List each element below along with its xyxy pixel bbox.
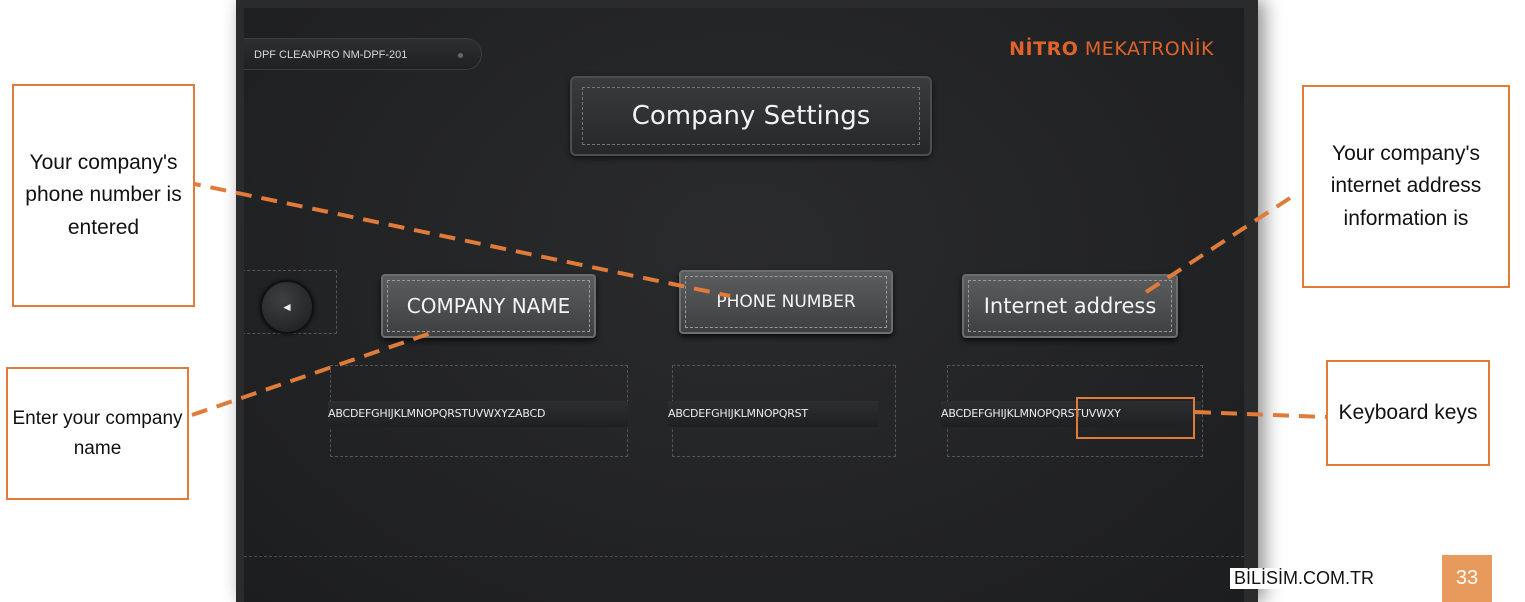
company-name-button[interactable]: COMPANY NAME [381,274,596,338]
callout-name-text: Enter your company name [12,408,183,459]
company-name-keyboard-keys[interactable]: ABCDEFGHIJKLMNOPQRSTUVWXYZABCD [328,401,628,427]
page-number: 33 [1442,555,1492,602]
back-arrow-icon: ◄ [281,300,293,314]
page-title-panel: Company Settings [570,76,932,156]
device-screen: DPF CLEANPRO NM-DPF-201 NİTRO MEKATRONİK… [244,8,1244,602]
footer-site: BİLİSİM.COM.TR [1230,568,1379,589]
internet-address-button[interactable]: Internet address [962,274,1178,338]
model-label: DPF CLEANPRO NM-DPF-201 [254,49,408,61]
phone-number-button[interactable]: PHONE NUMBER [679,270,893,334]
callout-phone-text: Your company's phone number is entered [25,150,182,239]
callout-keyboard: Keyboard keys [1326,360,1490,466]
callout-name: Enter your company name [6,367,189,500]
callout-internet-text: Your company's internet address informat… [1330,141,1482,230]
bottom-divider [244,556,1244,557]
brand-name-part2: MEKATRONİK [1078,38,1214,60]
model-label-tab: DPF CLEANPRO NM-DPF-201 [244,38,482,70]
callout-phone: Your company's phone number is entered [12,84,195,307]
keyboard-keys-highlight [1076,397,1195,439]
brand-name-part1: NİTRO [1009,38,1079,60]
phone-number-keyboard-keys[interactable]: ABCDEFGHIJKLMNOPQRST [668,401,878,427]
back-button[interactable]: ◄ [260,280,314,334]
callout-internet: Your company's internet address informat… [1302,85,1510,288]
internet-address-button-border [968,280,1172,332]
brand-logo: NİTRO MEKATRONİK [1009,38,1214,60]
page-title: Company Settings [582,87,920,145]
callout-keyboard-text: Keyboard keys [1338,400,1478,424]
phone-number-button-border [685,276,887,328]
tab-dot-icon [458,53,463,58]
company-name-button-border [387,280,590,332]
